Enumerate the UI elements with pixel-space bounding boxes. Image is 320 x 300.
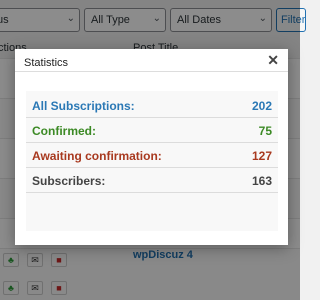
stat-label: Confirmed: <box>32 124 96 138</box>
dialog-title: Statistics <box>24 57 69 69</box>
stat-value: 202 <box>251 99 272 113</box>
stat-label: All Subscriptions: <box>32 99 135 113</box>
stat-all-subscriptions: All Subscriptions: 202 <box>26 93 278 118</box>
stat-confirmed: Confirmed: 75 <box>26 118 278 143</box>
stat-value: 163 <box>251 174 272 188</box>
stat-label: Awaiting confirmation: <box>32 149 162 163</box>
stat-label: Subscribers: <box>32 174 106 188</box>
stat-awaiting-confirmation: Awaiting confirmation: 127 <box>26 143 278 168</box>
close-icon[interactable]: ✕ <box>267 52 279 69</box>
stat-subscribers: Subscribers: 163 <box>26 168 278 193</box>
statistics-panel: All Subscriptions: 202 Confirmed: 75 Awa… <box>26 91 278 231</box>
statistics-dialog: Statistics ✕ All Subscriptions: 202 Conf… <box>15 49 288 245</box>
stat-value: 127 <box>251 149 272 163</box>
dialog-divider <box>15 71 288 72</box>
stat-value: 75 <box>258 124 272 138</box>
